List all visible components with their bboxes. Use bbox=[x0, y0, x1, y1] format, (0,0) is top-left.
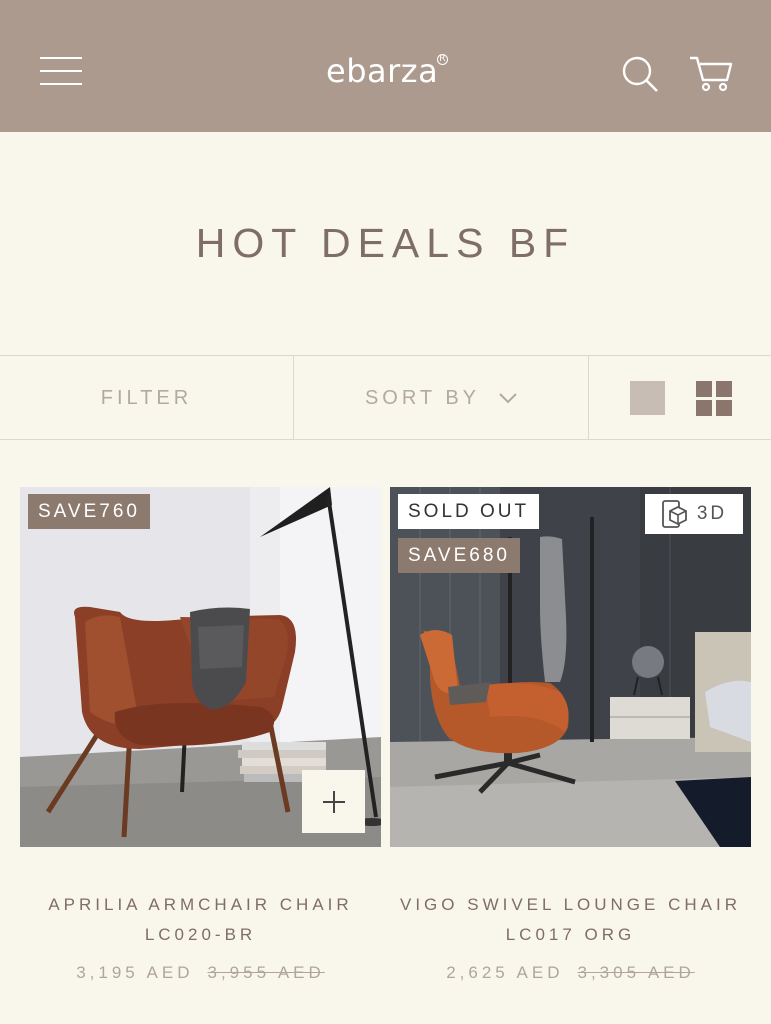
plus-icon bbox=[322, 790, 345, 813]
product-name[interactable]: VIGO SWIVEL LOUNGE CHAIR LC017 ORG bbox=[370, 890, 771, 950]
search-icon[interactable] bbox=[620, 54, 660, 94]
product-image[interactable]: SAVE760 bbox=[20, 487, 381, 847]
sale-price: 3,195 AED bbox=[76, 963, 194, 982]
product-name[interactable]: APRILIA ARMCHAIR CHAIR LC020-BR bbox=[0, 890, 401, 950]
product-name-line2: LC020-BR bbox=[144, 925, 257, 944]
sort-by-dropdown[interactable]: SORT BY bbox=[295, 356, 589, 440]
site-header: ebarza R bbox=[0, 0, 771, 132]
save-badge: SAVE760 bbox=[28, 494, 150, 529]
filter-label: FILTER bbox=[100, 386, 193, 409]
sold-out-badge: SOLD OUT bbox=[398, 494, 540, 529]
product-image[interactable]: SOLD OUT SAVE680 3D bbox=[390, 487, 751, 847]
product-price: 3,195 AED 3,955 AED bbox=[0, 963, 401, 983]
grid-view-icon[interactable] bbox=[696, 381, 732, 416]
cart-icon[interactable] bbox=[688, 54, 734, 94]
view-3d-label: 3D bbox=[696, 503, 728, 524]
original-price: 3,305 AED bbox=[577, 963, 695, 982]
logo[interactable]: ebarza R bbox=[326, 52, 449, 90]
view-toggle bbox=[590, 356, 771, 440]
filter-button[interactable]: FILTER bbox=[0, 356, 294, 440]
product-price: 2,625 AED 3,305 AED bbox=[370, 963, 771, 983]
view-3d-button[interactable]: 3D bbox=[645, 494, 743, 534]
ar-cube-icon bbox=[661, 500, 687, 528]
chevron-down-icon bbox=[499, 393, 517, 404]
sale-price: 2,625 AED bbox=[446, 963, 564, 982]
registered-mark: R bbox=[437, 54, 449, 65]
save-badge: SAVE680 bbox=[398, 538, 520, 573]
quick-add-button[interactable] bbox=[302, 770, 365, 833]
product-card: SOLD OUT SAVE680 3D VIGO SWIVEL LOUNGE C… bbox=[390, 487, 751, 982]
single-view-icon[interactable] bbox=[630, 381, 665, 415]
page-title: HOT DEALS BF bbox=[195, 220, 576, 266]
logo-text: ebarza bbox=[326, 52, 439, 90]
collection-toolbar: FILTER SORT BY bbox=[0, 355, 771, 440]
product-card: SAVE760 APRILIA ARMCHAIR CHAIR LC020-BR … bbox=[20, 487, 381, 982]
menu-icon[interactable] bbox=[40, 57, 82, 87]
product-name-line2: LC017 ORG bbox=[505, 925, 636, 944]
original-price: 3,955 AED bbox=[207, 963, 325, 982]
product-name-line1: APRILIA ARMCHAIR CHAIR bbox=[48, 895, 353, 914]
sort-label: SORT BY bbox=[364, 386, 481, 409]
product-name-line1: VIGO SWIVEL LOUNGE CHAIR bbox=[400, 895, 741, 914]
